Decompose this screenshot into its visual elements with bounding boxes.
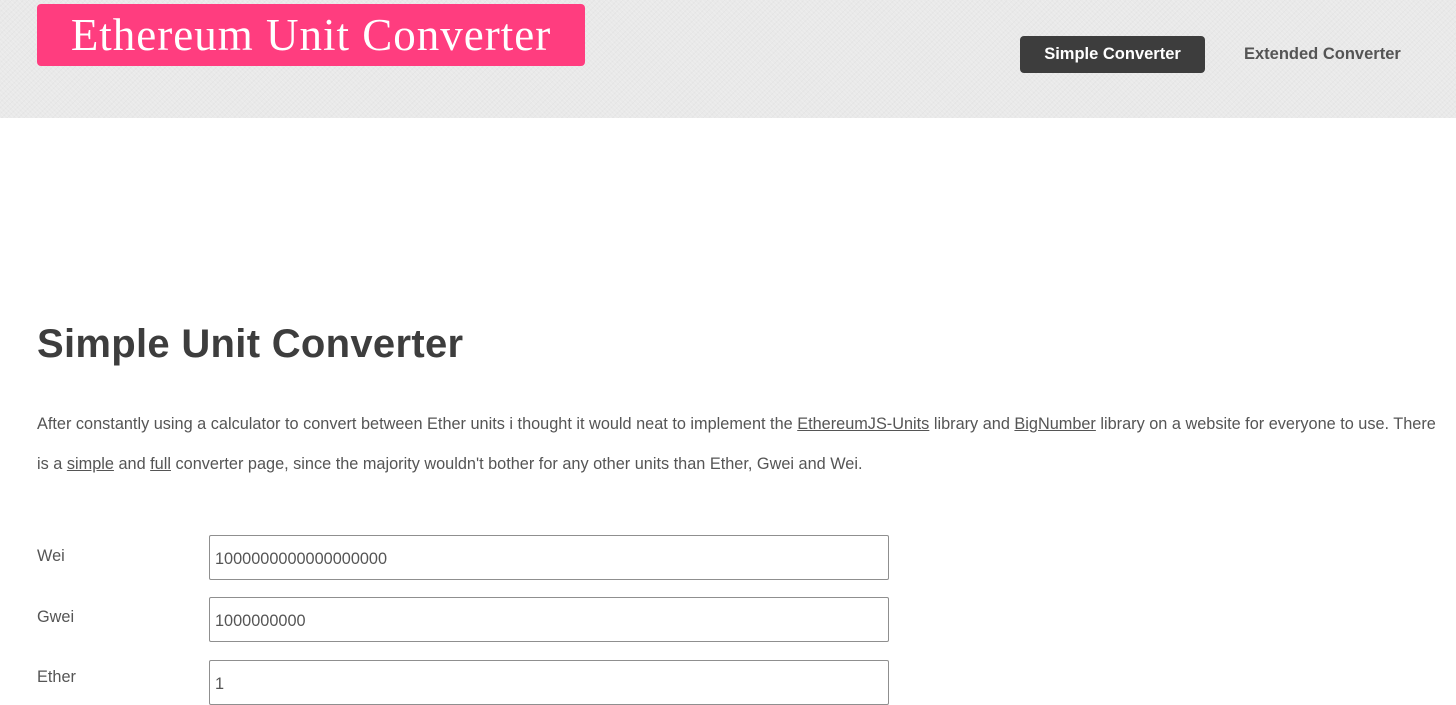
site-header: Ethereum Unit Converter Simple Converter… — [0, 0, 1456, 118]
simple-converter-link[interactable]: simple — [67, 455, 114, 473]
gwei-input[interactable] — [209, 597, 889, 642]
ether-input[interactable] — [209, 660, 889, 705]
ethereumjs-units-link[interactable]: EthereumJS-Units — [797, 415, 929, 433]
site-logo[interactable]: Ethereum Unit Converter — [37, 4, 585, 66]
intro-paragraph: After constantly using a calculator to c… — [37, 404, 1437, 484]
full-converter-link[interactable]: full — [150, 455, 171, 473]
gwei-label: Gwei — [37, 608, 75, 626]
ether-label: Ether — [37, 668, 76, 686]
bignumber-link[interactable]: BigNumber — [1014, 415, 1095, 433]
intro-text: and — [113, 455, 151, 473]
intro-text: converter page, since the majority would… — [170, 455, 863, 473]
nav-extended-converter[interactable]: Extended Converter — [1244, 36, 1401, 73]
wei-label: Wei — [37, 547, 65, 565]
page-title: Simple Unit Converter — [37, 322, 464, 366]
nav-simple-converter[interactable]: Simple Converter — [1020, 36, 1205, 73]
wei-input[interactable] — [209, 535, 889, 580]
intro-text: library and — [929, 415, 1015, 433]
intro-text: After constantly using a calculator to c… — [37, 415, 798, 433]
